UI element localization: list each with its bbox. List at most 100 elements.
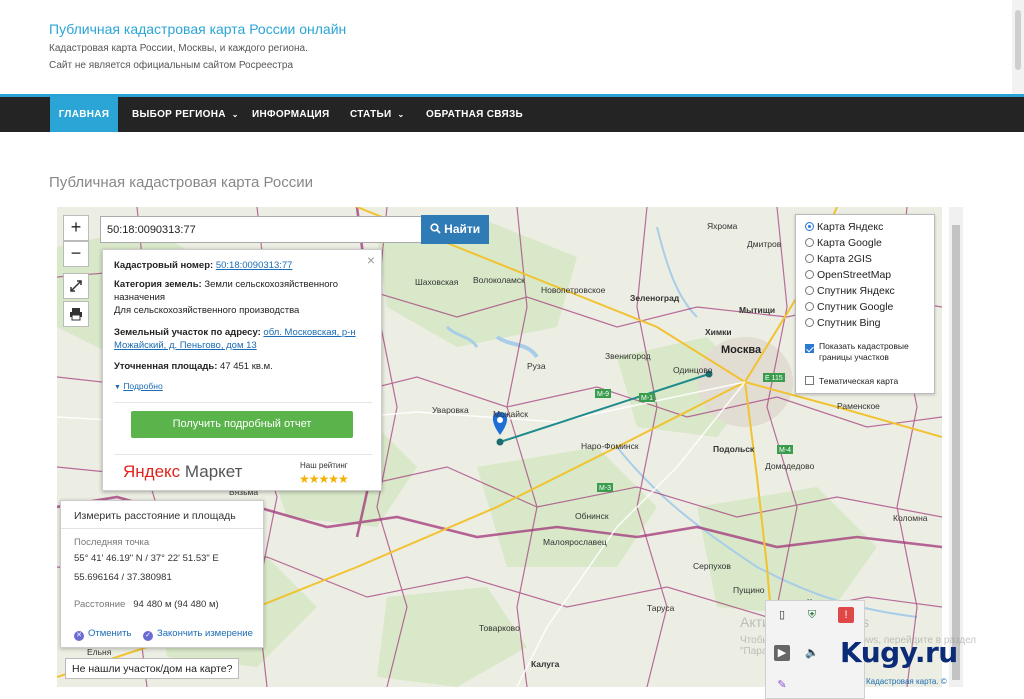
details-toggle[interactable]: ▼ Подробно: [114, 380, 163, 394]
map-scrollbar-thumb[interactable]: [952, 225, 960, 680]
chevron-down-icon: ⌄: [231, 110, 239, 119]
cancel-measure-button[interactable]: ✕ Отменить: [74, 628, 131, 641]
finish-label: Закончить измерение: [157, 628, 253, 639]
cadastral-borders-toggle[interactable]: Показать кадастровые границы участков: [805, 341, 909, 367]
cadastral-search-input[interactable]: [100, 216, 422, 243]
map-road-label: M-3: [599, 485, 611, 492]
address-link[interactable]: обл. Московская, р-н: [263, 327, 355, 338]
finish-measure-button[interactable]: ✓ Закончить измерение: [143, 628, 253, 641]
measure-panel: Измерить расстояние и площадь Последняя …: [60, 500, 264, 648]
page-scrollbar-thumb[interactable]: [1015, 10, 1021, 70]
divider: [114, 402, 372, 403]
divider: [61, 528, 263, 529]
zoom-out-button[interactable]: −: [63, 241, 89, 267]
get-report-button[interactable]: Получить подробный отчет: [131, 411, 353, 438]
map-place-label: Домодедово: [765, 461, 815, 471]
search-button[interactable]: Найти: [421, 215, 489, 244]
close-icon[interactable]: ×: [367, 252, 375, 268]
radio[interactable]: [805, 286, 814, 295]
map-place-label: Ельня: [87, 647, 112, 657]
address-link-cont[interactable]: Можайский, д. Пеньгово, дом 13: [114, 340, 257, 351]
layer-option-label: Карта 2GIS: [817, 253, 872, 265]
layer-option-osm[interactable]: OpenStreetMap: [805, 267, 891, 283]
map-place-label: Звенигород: [605, 351, 651, 361]
measure-title: Измерить расстояние и площадь: [74, 510, 236, 522]
map-scrollbar[interactable]: [949, 207, 963, 687]
area-row: Уточненная площадь: 47 451 кв.м.: [114, 360, 273, 373]
yandex-market-logo[interactable]: Яндекс Маркет: [123, 462, 242, 482]
map-road-label: M-9: [597, 391, 609, 398]
layer-option-label: Карта Яндекс: [817, 221, 884, 233]
page-scrollbar[interactable]: [1012, 0, 1024, 96]
nav-item-info[interactable]: ИНФОРМАЦИЯ: [252, 97, 330, 132]
map-place-label: Мытищи: [739, 305, 775, 315]
layer-option-google[interactable]: Карта Google: [805, 235, 882, 251]
media-icon[interactable]: ▶: [774, 645, 790, 661]
nav-item-label: ОБРАТНАЯ СВЯЗЬ: [426, 109, 524, 120]
battery-alert-icon[interactable]: !: [838, 607, 854, 623]
kugy-logo: Kugy.ru: [840, 636, 958, 669]
land-category-value: Земли сельскохозяйственного: [204, 279, 339, 290]
map-road-label: E 115: [765, 375, 783, 382]
checkbox-label: Показать кадастровые: [819, 341, 909, 351]
not-found-button[interactable]: Не нашли участок/дом на карте?: [65, 658, 240, 679]
checkbox-checked[interactable]: [805, 344, 814, 353]
layer-option-sat-yandex[interactable]: Спутник Яндекс: [805, 283, 895, 299]
radio[interactable]: [805, 238, 814, 247]
expand-icon: [70, 280, 82, 292]
layer-option-yandex[interactable]: Карта Яндекс: [805, 219, 883, 235]
map-place-label: Уваровка: [432, 405, 469, 415]
land-category-label: Категория земель:: [114, 279, 202, 290]
coords-decimal: 55.696164 / 37.380981: [74, 572, 172, 583]
nav-item-label: ВЫБОР РЕГИОНА: [132, 109, 226, 120]
printer-icon: [70, 308, 82, 321]
area-label: Уточненная площадь:: [114, 361, 218, 372]
nav-item-home[interactable]: ГЛАВНАЯ: [50, 97, 118, 132]
shield-icon[interactable]: ⛨: [804, 607, 820, 623]
layer-option-label: Спутник Bing: [817, 317, 881, 329]
checkbox[interactable]: [805, 376, 814, 385]
nav-item-feedback[interactable]: ОБРАТНАЯ СВЯЗЬ: [426, 97, 523, 132]
nav-item-articles[interactable]: СТАТЬИ ⌄: [350, 97, 404, 132]
area-value: 47 451 кв.м.: [220, 361, 273, 372]
radio[interactable]: [805, 270, 814, 279]
map-layers-panel: Карта Яндекс Карта Google Карта 2GIS Ope…: [795, 214, 935, 394]
nav-item-region[interactable]: ВЫБОР РЕГИОНА ⌄: [132, 97, 239, 132]
zoom-in-button[interactable]: +: [63, 215, 89, 241]
main-nav: ГЛАВНАЯ ВЫБОР РЕГИОНА ⌄ ИНФОРМАЦИЯ СТАТЬИ…: [0, 94, 1024, 132]
map-place-label: Одинцово: [673, 365, 713, 375]
layer-option-sat-google[interactable]: Спутник Google: [805, 299, 893, 315]
cadastral-number-label: Кадастровый номер:: [114, 260, 214, 271]
map-place-label: Товарково: [479, 623, 520, 633]
fullscreen-button[interactable]: [63, 273, 89, 299]
map-place-label: Раменское: [837, 401, 880, 411]
land-usage-value: Для сельскохозяйственного производства: [114, 305, 300, 316]
cadastral-number-row: Кадастровый номер: 50:18:0090313:77: [114, 259, 292, 272]
details-link[interactable]: Подробно: [123, 381, 162, 391]
thematic-map-toggle[interactable]: Тематическая карта: [805, 373, 898, 389]
pen-icon[interactable]: ✎: [774, 677, 790, 693]
radio[interactable]: [805, 318, 814, 327]
coords-dms: 55° 41' 46.19" N / 37° 22' 51.53" E: [74, 553, 219, 564]
cadastral-number-link[interactable]: 50:18:0090313:77: [216, 260, 293, 271]
layer-option-sat-bing[interactable]: Спутник Bing: [805, 315, 881, 331]
site-title[interactable]: Публичная кадастровая карта России онлай…: [49, 21, 346, 37]
layer-option-2gis[interactable]: Карта 2GIS: [805, 251, 872, 267]
radio[interactable]: [805, 254, 814, 263]
page-title: Публичная кадастровая карта России: [49, 174, 313, 191]
distance-row: Расстояние 94 480 м (94 480 м): [74, 599, 219, 610]
map-place-label: Калуга: [531, 659, 560, 669]
divider: [114, 454, 372, 455]
site-disclaimer: Сайт не является официальным сайтом Роср…: [49, 60, 294, 71]
radio-selected[interactable]: [805, 222, 814, 231]
search-icon: [430, 223, 441, 234]
print-button[interactable]: [63, 301, 89, 327]
speaker-icon[interactable]: 🔈: [804, 645, 820, 661]
rating-label: Наш рейтинг: [300, 461, 348, 470]
usb-icon[interactable]: ▯: [774, 607, 790, 623]
rating-stars: ★★★★★: [299, 472, 349, 486]
radio[interactable]: [805, 302, 814, 311]
layer-option-label: Спутник Яндекс: [817, 285, 895, 297]
map-place-label: Подольск: [713, 444, 755, 454]
layer-option-label: OpenStreetMap: [817, 269, 892, 281]
